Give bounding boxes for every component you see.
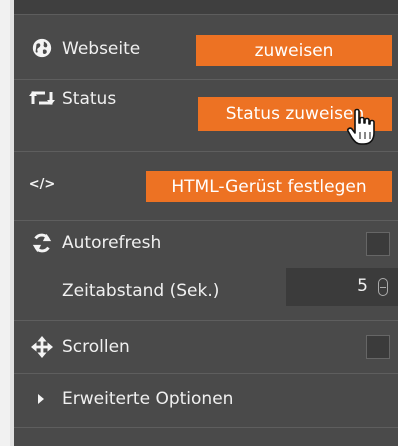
set-html-skeleton-button[interactable]: HTML-Gerüst festlegen	[146, 171, 392, 202]
advanced-options-toggle[interactable]: Erweiterte Optionen	[62, 389, 233, 409]
assign-status-button[interactable]: Status zuweisen	[198, 97, 392, 131]
row-divider	[14, 220, 398, 221]
spinner-arrows-icon[interactable]	[378, 278, 388, 296]
row-divider	[14, 427, 398, 428]
caret-right-icon[interactable]	[36, 392, 46, 406]
move-arrows-icon	[31, 336, 53, 358]
retweet-icon	[29, 88, 55, 108]
assign-website-button[interactable]: zuweisen	[196, 35, 392, 66]
settings-panel: Webseite zuweisen Status Status zuweisen…	[14, 0, 398, 446]
webseite-label: Webseite	[62, 39, 141, 59]
left-edge-strip	[0, 0, 14, 446]
row-divider	[14, 79, 398, 80]
autorefresh-label: Autorefresh	[62, 233, 162, 253]
scroll-checkbox[interactable]	[366, 335, 390, 359]
refresh-icon	[31, 232, 53, 254]
code-icon-glyph: </>	[28, 176, 56, 192]
code-icon: </>	[28, 174, 56, 194]
autorefresh-checkbox[interactable]	[366, 232, 390, 256]
globe-icon	[31, 37, 53, 59]
interval-number-input[interactable]: 5	[286, 268, 398, 306]
status-label: Status	[62, 89, 117, 109]
interval-label: Zeitabstand (Sek.)	[62, 281, 220, 301]
row-divider	[14, 320, 398, 321]
interval-value: 5	[357, 276, 368, 296]
row-divider	[14, 151, 398, 152]
row-divider	[14, 373, 398, 374]
scroll-label: Scrollen	[62, 337, 130, 357]
panel-top-edge	[14, 0, 398, 15]
